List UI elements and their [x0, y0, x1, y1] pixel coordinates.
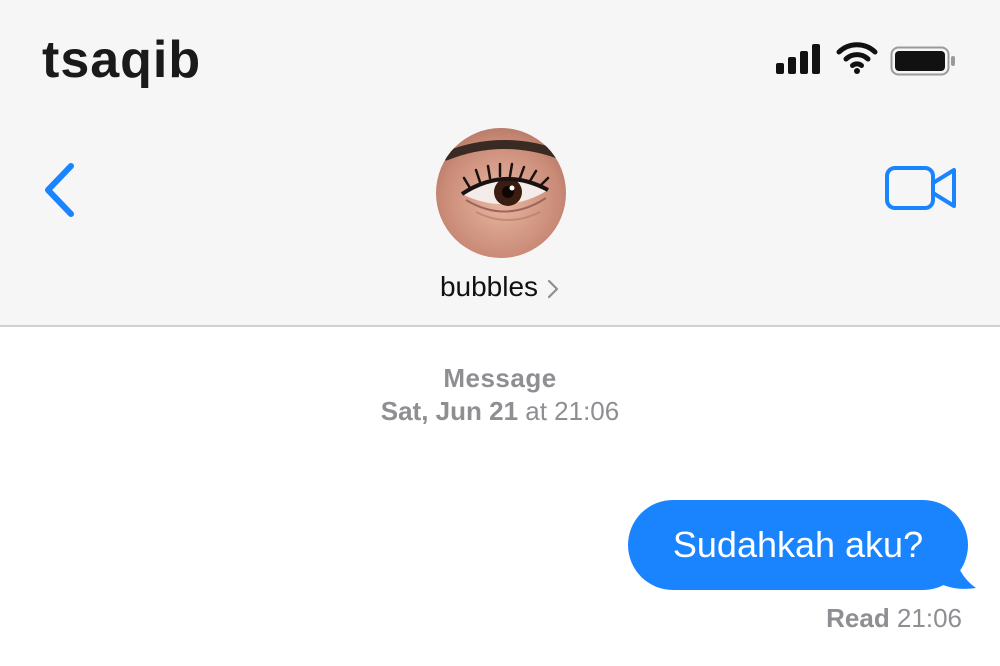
contact-avatar[interactable] [436, 128, 566, 258]
conversation-header: tsaqib bubbles [0, 0, 1000, 327]
video-call-button[interactable] [884, 163, 958, 213]
read-time: 21:06 [889, 603, 962, 633]
outgoing-message-bubble[interactable]: Sudahkah aku? [628, 500, 968, 590]
cellular-signal-icon [776, 44, 820, 74]
service-label: Message [443, 363, 557, 393]
back-button[interactable] [40, 160, 80, 220]
conversation-timestamp: Sat, Jun 21 at 21:06 [0, 394, 1000, 428]
timestamp-time: at 21:06 [518, 396, 620, 426]
eye-photo-icon [436, 128, 566, 258]
timestamp-date: Sat, Jun 21 [380, 396, 519, 426]
contact-name: bubbles [439, 271, 539, 302]
battery-icon [890, 46, 955, 76]
read-label: Read [826, 603, 890, 633]
contact-name-button[interactable]: bubbles [0, 268, 1000, 306]
read-receipt: Read 21:06 [826, 600, 962, 636]
chevron-right-icon [547, 279, 559, 298]
status-bar-title: tsaqib [42, 31, 202, 89]
wifi-icon [836, 42, 878, 74]
